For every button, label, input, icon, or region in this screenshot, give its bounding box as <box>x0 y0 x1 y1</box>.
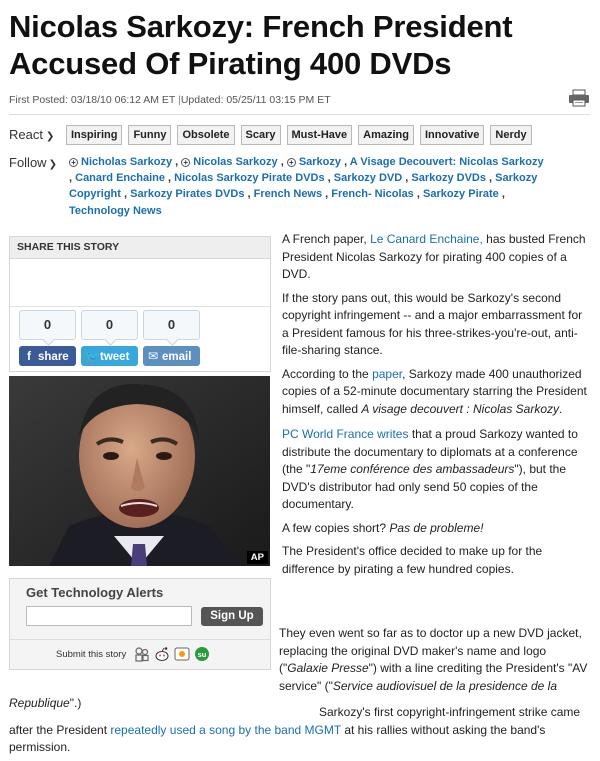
follow-tag-link[interactable]: Canard Enchaine <box>75 172 165 184</box>
follow-tag-link[interactable]: Nicolas Sarkozy <box>193 156 277 168</box>
follow-tag-link[interactable]: Sarkozy Pirates DVDs <box>130 188 244 200</box>
pc-world-link[interactable]: PC World France writes <box>282 427 408 441</box>
article-body: A French paper, Le Canard Enchaine, has … <box>282 231 590 584</box>
react-button-obsolete[interactable]: Obsolete <box>177 125 235 145</box>
article-photo[interactable]: AP <box>9 376 270 566</box>
share-spacer <box>10 259 270 307</box>
follow-tag-link[interactable]: Technology News <box>69 205 162 217</box>
follow-chevron-icon: ❯ <box>48 159 57 170</box>
paragraph-1: A French paper, Le Canard Enchaine, has … <box>282 232 586 281</box>
paragraph-4: PC World France writes that a proud Sark… <box>282 427 578 511</box>
updated-date: Updated: 05/25/11 03:15 PM ET <box>180 94 331 106</box>
twitter-share: 0 🐦tweet <box>81 310 138 366</box>
follow-tag-link[interactable]: Nicolas Sarkozy Pirate DVDs <box>174 172 324 184</box>
facebook-share: 0 f share <box>19 310 76 366</box>
follow-separator: , <box>402 172 412 185</box>
headline-line-1: Nicolas Sarkozy: French President <box>9 9 513 44</box>
paragraph-3: According to the paper, Sarkozy made 400… <box>282 366 587 416</box>
follow-tags: + Nicholas Sarkozy , + Nicolas Sarkozy , +… <box>69 154 544 219</box>
follow-plus-icon[interactable]: + <box>181 158 191 167</box>
envelope-icon: ✉ <box>147 349 159 363</box>
follow-plus-icon[interactable]: + <box>69 158 78 167</box>
follow-tag-link[interactable]: Sarkozy DVD <box>334 172 402 184</box>
react-button-amazing[interactable]: Amazing <box>358 125 414 145</box>
follow-tag-link[interactable]: Sarkozy DVDs <box>411 172 486 184</box>
follow-tag-link[interactable]: Nicholas Sarkozy <box>81 156 172 168</box>
react-button-scary[interactable]: Scary <box>240 125 281 145</box>
follow-label: Follow ❯ <box>9 155 57 170</box>
posted-date: First Posted: 03/18/10 06:12 AM ET <box>9 94 176 106</box>
follow-tag-link[interactable]: French- Nicolas <box>331 188 414 200</box>
follow-separator: , <box>498 188 505 201</box>
email-share: 0 ✉ email <box>143 310 200 366</box>
photo-credit: AP <box>246 551 268 564</box>
wrap-spacer <box>9 625 279 685</box>
react-label: React ❯ <box>9 127 55 142</box>
twitter-bird-icon: 🐦 <box>85 349 100 363</box>
follow-separator: , <box>413 188 423 201</box>
paragraph-6: The President's office decided to make u… <box>282 544 543 576</box>
follow-separator: , <box>485 172 496 185</box>
react-button-funny[interactable]: Funny <box>128 125 172 145</box>
alerts-title: Get Technology Alerts <box>26 585 164 600</box>
canard-enchaine-link[interactable]: Le Canard Enchaine, <box>370 232 483 246</box>
print-icon[interactable] <box>568 89 590 107</box>
sign-up-button[interactable]: Sign Up <box>201 607 263 626</box>
follow-separator: , <box>244 188 254 201</box>
react-buttons: Inspiring Funny Obsolete Scary Must-Have Amaz… <box>66 125 532 145</box>
mgmt-song-link[interactable]: repeatedly used a song by the band MGMT <box>110 723 341 737</box>
react-button-must-have[interactable]: Must-Have <box>286 125 353 145</box>
email-count: 0 <box>143 310 200 340</box>
follow-separator: , <box>164 172 175 185</box>
facebook-share-button[interactable]: f share <box>19 346 76 366</box>
article-meta: First Posted: 03/18/10 06:12 AM ET |Upda… <box>9 94 569 106</box>
follow-tag-link[interactable]: French News <box>254 188 322 200</box>
alerts-email-input[interactable] <box>26 606 192 626</box>
share-story-box: SHARE THIS STORY 0 f share 0 🐦tweet 0 ✉ em… <box>9 236 271 372</box>
article-headline: Nicolas Sarkozy: French President Accuse… <box>9 8 589 82</box>
paragraph-2: If the story pans out, this would be Sar… <box>282 290 583 358</box>
article-body-end: Sarkozy's first copyright-infringement s… <box>9 704 590 757</box>
follow-tag-link[interactable]: Sarkozy Pirate <box>423 188 499 200</box>
facebook-count: 0 <box>19 310 76 340</box>
header-divider <box>9 114 590 115</box>
follow-separator: , <box>324 172 334 185</box>
follow-tag-link[interactable]: Sarkozy <box>299 156 341 168</box>
follow-tag-link[interactable]: A Visage Decouvert: Nicolas Sarkozy <box>350 156 544 168</box>
paragraph-8: Sarkozy's first copyright-infringement s… <box>9 705 581 754</box>
photo-sarkozy <box>9 376 270 566</box>
headline-line-2: Accused Of Pirating 400 DVDs <box>9 46 452 81</box>
article-body-continued: They even went so far as to doctor up a … <box>9 625 590 713</box>
twitter-count: 0 <box>81 310 138 340</box>
follow-separator: , <box>172 156 182 168</box>
follow-plus-icon[interactable]: + <box>286 158 296 167</box>
react-button-nerdy[interactable]: Nerdy <box>490 125 532 145</box>
tweet-button[interactable]: 🐦tweet <box>81 346 138 366</box>
follow-separator: , <box>341 156 350 168</box>
follow-separator: , <box>277 156 287 168</box>
react-button-innovative[interactable]: Innovative <box>419 125 485 145</box>
facebook-icon: f <box>27 349 31 363</box>
paper-link[interactable]: paper <box>372 367 402 381</box>
follow-separator: , <box>322 188 332 201</box>
share-title: SHARE THIS STORY <box>10 237 270 259</box>
follow-separator: , <box>120 188 131 201</box>
email-share-button[interactable]: ✉ email <box>143 346 200 366</box>
react-button-inspiring[interactable]: Inspiring <box>66 125 123 145</box>
paragraph-5: A few copies short? Pas de probleme! <box>282 520 484 535</box>
